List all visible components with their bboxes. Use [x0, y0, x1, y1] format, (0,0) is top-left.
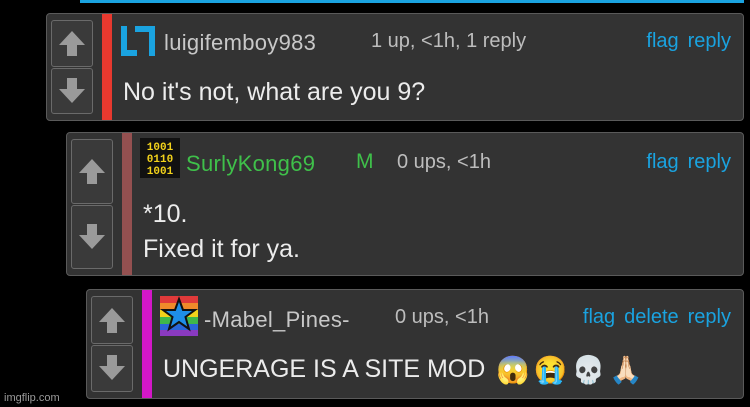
up-arrow-icon [79, 159, 105, 185]
watermark: imgflip.com [4, 392, 60, 404]
top-accent-line [80, 0, 744, 3]
comment-line: *10. [143, 200, 188, 228]
upvote-button[interactable] [51, 20, 93, 67]
flag-link[interactable]: flag [646, 151, 678, 174]
comment-accent-bar [102, 14, 112, 120]
svg-text:1001: 1001 [147, 166, 174, 178]
upvote-button[interactable] [71, 139, 113, 204]
username[interactable]: SurlyKong69 [186, 151, 315, 177]
downvote-button[interactable] [91, 344, 133, 392]
svg-text:0110: 0110 [147, 154, 173, 166]
username[interactable]: luigifemboy983 [164, 30, 316, 56]
comment-actions: flag reply [646, 151, 731, 174]
svg-text:1001: 1001 [147, 142, 174, 154]
crying-face-emoji-icon: 😭 [533, 355, 568, 385]
comment-line: Fixed it for ya. [143, 235, 300, 263]
user-avatar[interactable]: 1001 0110 1001 [140, 138, 180, 178]
up-arrow-icon [99, 307, 125, 333]
screaming-face-emoji-icon: 😱 [496, 355, 530, 385]
user-avatar[interactable] [160, 296, 198, 336]
comment-body: UNGERAGE IS A SITE MOD 😱 😭 💀 🙏🏻 [163, 352, 643, 388]
comment-3: -Mabel_Pines- 0 ups, <1h flag delete rep… [86, 289, 744, 399]
comment-line: UNGERAGE IS A SITE MOD [163, 355, 486, 383]
comment-body: *10. Fixed it for ya. [143, 197, 300, 267]
up-arrow-icon [59, 31, 85, 57]
comment-meta: 0 ups, <1h [395, 306, 489, 328]
reply-link[interactable]: reply [688, 306, 731, 329]
upvote-button[interactable] [91, 296, 133, 344]
comment-meta: 0 ups, <1h [397, 151, 491, 173]
comment-line: No it's not, what are you 9? [123, 78, 426, 106]
praying-hands-emoji-icon: 🙏🏻 [609, 355, 643, 385]
delete-link[interactable]: delete [624, 306, 679, 329]
downvote-button[interactable] [51, 67, 93, 114]
comment-actions: flag reply [646, 30, 731, 53]
skull-emoji-icon: 💀 [571, 355, 606, 385]
flag-link[interactable]: flag [583, 306, 615, 329]
comment-body: No it's not, what are you 9? [123, 75, 425, 110]
downvote-button[interactable] [71, 204, 113, 269]
user-avatar[interactable] [119, 22, 159, 62]
reply-link[interactable]: reply [688, 30, 731, 53]
moderator-badge: M [356, 150, 374, 173]
down-arrow-icon [99, 355, 125, 381]
flag-link[interactable]: flag [646, 30, 678, 53]
comment-2: 1001 0110 1001 SurlyKong69 M 0 ups, <1h … [66, 132, 744, 276]
down-arrow-icon [79, 223, 105, 249]
comment-actions: flag delete reply [583, 306, 731, 329]
vote-column [67, 133, 117, 275]
vote-column [47, 14, 97, 120]
comment-accent-bar [122, 133, 132, 275]
down-arrow-icon [59, 77, 85, 103]
vote-column [87, 290, 137, 398]
comment-meta: 1 up, <1h, 1 reply [371, 30, 527, 52]
username[interactable]: -Mabel_Pines- [204, 307, 350, 333]
comment-accent-bar [142, 290, 152, 398]
reply-link[interactable]: reply [688, 151, 731, 174]
comment-1: luigifemboy983 1 up, <1h, 1 reply flag r… [46, 13, 744, 121]
